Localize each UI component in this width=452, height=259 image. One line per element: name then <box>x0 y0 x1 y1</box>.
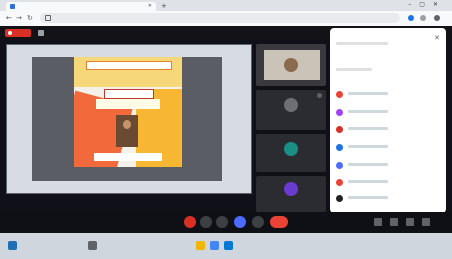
presentation-stage <box>6 44 252 194</box>
more-options-button[interactable] <box>252 216 264 228</box>
start-icon[interactable] <box>8 241 17 250</box>
record-dot-icon <box>8 31 12 35</box>
participant-icon <box>336 126 343 133</box>
leave-call-button[interactable] <box>270 216 288 228</box>
edge-icon[interactable] <box>224 241 233 250</box>
chat-icon[interactable] <box>406 218 414 226</box>
profile-icon[interactable] <box>420 15 426 21</box>
panel-row[interactable] <box>336 125 436 134</box>
file-explorer-icon[interactable] <box>196 241 205 250</box>
participant-tile[interactable] <box>256 134 326 172</box>
participant-icon <box>336 162 343 169</box>
new-tab-icon[interactable]: + <box>161 2 167 10</box>
search-icon[interactable] <box>88 241 97 250</box>
recording-badge <box>5 29 31 37</box>
portrait-face <box>123 120 131 129</box>
participant-icon <box>336 195 343 202</box>
participant-icon <box>336 91 343 98</box>
info-icon[interactable] <box>374 218 382 226</box>
row-text <box>348 110 388 113</box>
captions-button[interactable] <box>216 216 228 228</box>
meet-toolbar <box>0 212 452 233</box>
toolbar-row: ← → ↻ <box>0 11 452 26</box>
mic-off-button[interactable] <box>184 216 196 228</box>
taskbar <box>0 233 452 259</box>
panel-row[interactable] <box>336 90 436 99</box>
lock-icon <box>45 15 51 21</box>
extension-icon[interactable] <box>408 15 414 21</box>
row-text <box>348 163 388 166</box>
participant-avatar <box>284 98 298 112</box>
row-text <box>348 92 388 95</box>
participant-tile[interactable] <box>256 90 326 130</box>
back-icon[interactable]: ← <box>6 14 12 22</box>
browser-chrome: ✕ + –▢✕ ← → ↻ <box>0 0 452 26</box>
participant-avatar <box>284 58 298 72</box>
poster-banner <box>86 61 172 70</box>
shared-screen <box>32 57 222 181</box>
panel-row[interactable] <box>336 108 436 117</box>
window-controls[interactable]: –▢✕ <box>408 1 446 8</box>
forward-icon[interactable]: → <box>16 14 22 22</box>
row-text <box>348 180 388 183</box>
address-bar[interactable] <box>40 13 400 23</box>
participant-avatar <box>284 182 298 196</box>
camera-button[interactable] <box>200 216 212 228</box>
activities-icon[interactable] <box>422 218 430 226</box>
browser-tab[interactable]: ✕ <box>6 2 156 11</box>
chrome-icon[interactable] <box>210 241 219 250</box>
participant-avatar <box>284 142 298 156</box>
row-text <box>348 196 388 199</box>
poster-card <box>104 89 154 99</box>
panel-row[interactable] <box>336 178 436 187</box>
participant-icon <box>336 179 343 186</box>
event-poster-image <box>74 57 182 167</box>
meeting-info-icon[interactable] <box>38 30 44 36</box>
close-tab-icon[interactable]: ✕ <box>148 3 152 9</box>
people-icon[interactable] <box>390 218 398 226</box>
mic-off-icon <box>317 93 322 98</box>
poster-card <box>96 99 160 109</box>
panel-row[interactable] <box>336 161 436 170</box>
participant-tile[interactable] <box>256 44 326 86</box>
meet-favicon-icon <box>10 4 15 9</box>
panel-subheading <box>336 68 372 71</box>
close-icon[interactable]: ✕ <box>434 34 440 42</box>
poster-footer <box>94 153 162 161</box>
present-button[interactable] <box>234 216 246 228</box>
row-text <box>348 127 388 130</box>
tab-strip: ✕ + –▢✕ <box>0 0 452 11</box>
row-text <box>348 145 388 148</box>
panel-heading <box>336 42 388 45</box>
menu-icon[interactable] <box>434 15 440 21</box>
side-panel: ✕ <box>330 28 446 213</box>
participant-icon <box>336 144 343 151</box>
speaker-portrait <box>116 115 138 147</box>
participant-tile[interactable] <box>256 176 326 212</box>
panel-row[interactable] <box>336 143 436 152</box>
participant-icon <box>336 109 343 116</box>
panel-row[interactable] <box>336 194 436 203</box>
reload-icon[interactable]: ↻ <box>27 14 33 22</box>
